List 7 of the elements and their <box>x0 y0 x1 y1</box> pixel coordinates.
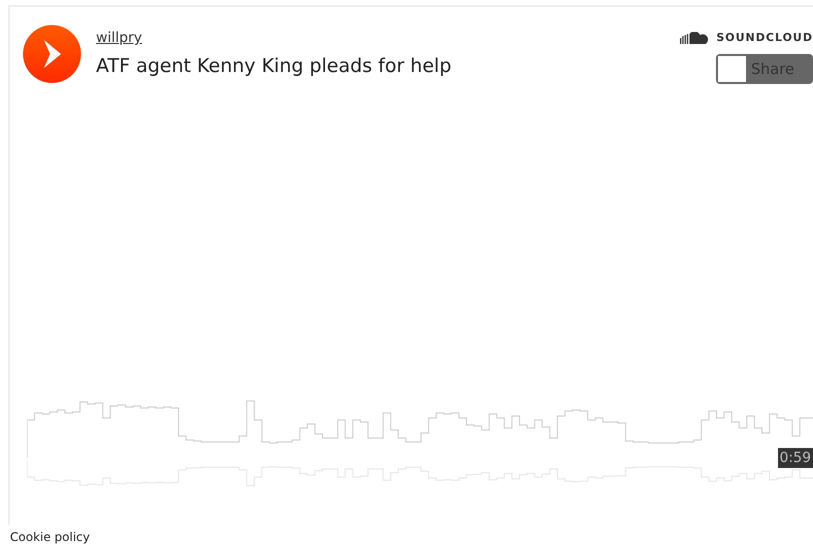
cookie-policy-link[interactable]: Cookie policy <box>10 530 813 544</box>
brand-name: SOUNDCLOUD <box>716 31 813 44</box>
play-icon <box>42 39 62 69</box>
user-link[interactable]: willpry <box>96 30 142 46</box>
duration-label: 0:59 <box>778 448 813 468</box>
track-title: ATF agent Kenny King pleads for help <box>96 55 452 77</box>
cloud-logo-icon <box>680 32 710 44</box>
